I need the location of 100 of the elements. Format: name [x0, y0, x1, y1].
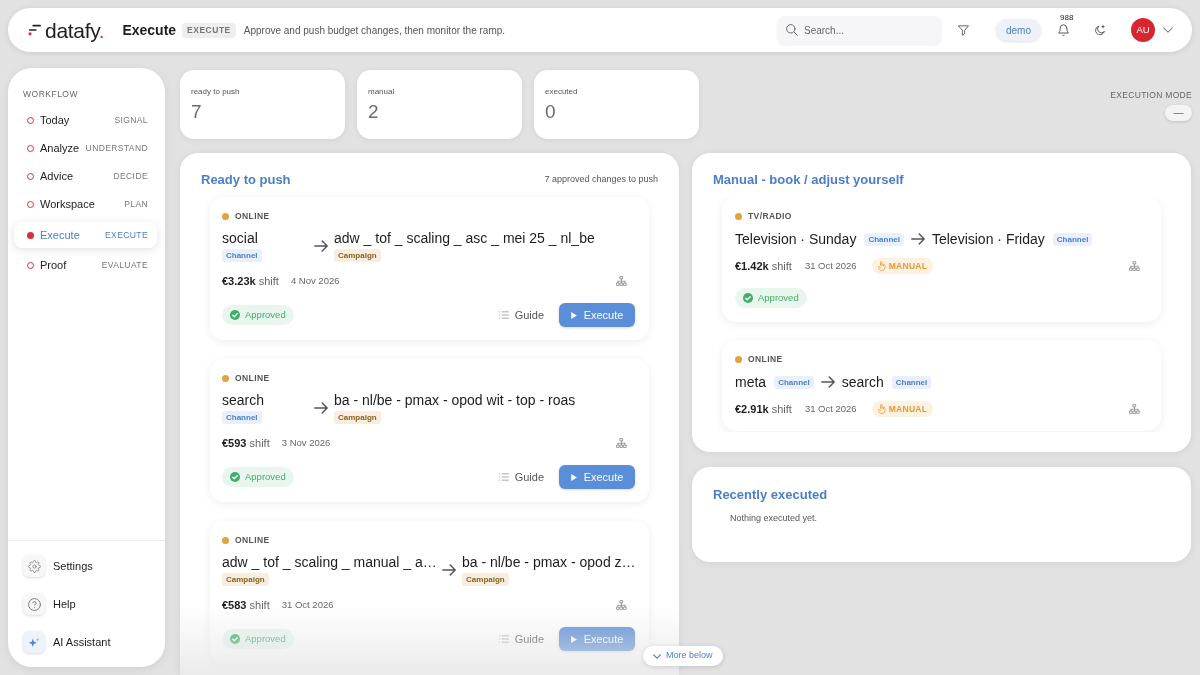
date-label: 31 Oct 2026: [281, 597, 334, 612]
entity-type-label: Channel: [891, 375, 932, 389]
endpoint-name: Television · Sunday: [735, 230, 857, 248]
section-title: Manual - book / adjust yourself: [713, 172, 905, 188]
page-title: Execute: [122, 20, 177, 40]
arrow-right-icon: [442, 564, 457, 576]
hand-icon: [877, 404, 886, 414]
play-icon: [570, 311, 577, 319]
stat-label: executed: [545, 87, 578, 97]
endpoint-name: meta: [735, 373, 767, 391]
endpoint-name: ba - nl/be - pmax - opod wit - top - roas: [334, 392, 576, 409]
help-icon: [23, 593, 45, 615]
sidebar-item[interactable]: Workspace PLAN: [14, 190, 157, 218]
section-title: Ready to push: [201, 171, 291, 190]
stat-label: ready to push: [191, 87, 240, 97]
guide-button[interactable]: Guide: [498, 303, 544, 327]
arrow-right-icon: [314, 402, 328, 414]
sidebar-item[interactable]: Proof EVALUATE: [14, 251, 157, 279]
shift-amount: €1.42k shift: [735, 258, 792, 274]
endpoint-name: social: [222, 230, 258, 247]
logo-text: datafy.: [45, 19, 105, 41]
filter-icon[interactable]: [958, 24, 969, 36]
approval-status: Approved: [758, 290, 799, 305]
category-label: ONLINE: [235, 533, 270, 547]
chevron-down-icon: [653, 653, 661, 659]
sidebar-item[interactable]: Today SIGNAL: [14, 106, 157, 134]
play-icon: [570, 635, 577, 643]
section-title: Recently executed: [713, 487, 829, 503]
sidebar-item[interactable]: Advice DECIDE: [14, 162, 157, 190]
arrow-right-icon: [314, 240, 328, 252]
date-label: 4 Nov 2026: [290, 273, 340, 288]
sidebar-item[interactable]: Execute EXECUTE: [14, 222, 157, 248]
list-icon: [498, 473, 509, 481]
guide-button[interactable]: Guide: [498, 465, 544, 489]
endpoint-name: adw _ tof _ scaling _ asc _ mei 25 _ nl_be: [334, 230, 595, 247]
org-chart-icon[interactable]: [1129, 261, 1140, 271]
moon-icon[interactable]: [1094, 24, 1106, 36]
entity-type-label: Channel: [222, 411, 262, 424]
endpoint-name: ba - nl/be - pmax - opod z…: [462, 554, 636, 571]
settings-icon: [23, 555, 45, 577]
entity-type-label: Channel: [1052, 232, 1093, 246]
logo-icon: [28, 24, 41, 36]
stat-label: manual: [368, 87, 395, 97]
endpoint-name: search: [841, 373, 884, 391]
list-icon: [498, 635, 509, 643]
arrow-right-icon: [910, 233, 925, 245]
mode-label: EXECUTION MODE: [1110, 90, 1192, 100]
shift-amount: €583 shift: [222, 597, 270, 613]
entity-type-label: Campaign: [222, 573, 269, 586]
assistant-button[interactable]: AI Assistant: [23, 631, 150, 653]
check-circle-icon: [230, 472, 240, 482]
sparkle-icon: [23, 631, 45, 653]
shift-amount: €3.23k shift: [222, 273, 279, 289]
page-description: Approve and push budget changes, then monitor the ramp.: [243, 23, 506, 38]
org-chart-icon[interactable]: [616, 600, 627, 610]
hand-icon: [877, 261, 886, 271]
category-label: ONLINE: [748, 352, 783, 366]
notification-count: 988: [1060, 13, 1074, 22]
endpoint-name: Television · Friday: [931, 230, 1045, 248]
stat-value: 2: [368, 101, 379, 123]
check-circle-icon: [743, 293, 753, 303]
check-circle-icon: [230, 310, 240, 320]
section-label: WORKFLOW: [22, 89, 79, 100]
entity-type-label: Channel: [774, 375, 814, 389]
entity-type-label: Campaign: [334, 411, 381, 424]
workspace-button[interactable]: demo: [996, 19, 1041, 41]
help-button[interactable]: Help: [23, 593, 150, 615]
approval-status: Approved: [245, 631, 286, 646]
more-below-button[interactable]: More below: [643, 646, 723, 666]
sidebar-item[interactable]: Analyze UNDERSTAND: [14, 134, 157, 162]
endpoint-name: adw _ tof _ scaling _ manual _ a…: [222, 554, 437, 571]
user-avatar[interactable]: AU: [1131, 18, 1155, 42]
mode-selector[interactable]: —: [1165, 105, 1192, 121]
list-icon: [498, 311, 509, 319]
entity-type-label: Campaign: [462, 573, 509, 586]
category-label: ONLINE: [235, 371, 270, 385]
org-chart-icon[interactable]: [1129, 404, 1140, 414]
date-label: 3 Nov 2026: [281, 435, 331, 450]
stat-value: 7: [191, 101, 202, 123]
category-label: TV/RADIO: [748, 209, 792, 223]
section-summary: 7 approved changes to push: [544, 173, 658, 187]
stage-label: EXECUTE: [182, 22, 236, 38]
org-chart-icon[interactable]: [616, 276, 627, 286]
shift-amount: €2.91k shift: [735, 401, 792, 417]
search-icon: [786, 24, 798, 36]
settings-button[interactable]: Settings: [23, 555, 150, 577]
entity-type-label: Campaign: [334, 249, 381, 262]
date-label: 31 Oct 2026: [804, 258, 857, 273]
arrow-right-icon: [820, 376, 835, 388]
empty-message: Nothing executed yet.: [729, 512, 819, 524]
entity-type-label: Channel: [222, 249, 262, 262]
search-field[interactable]: Search...: [778, 16, 941, 44]
check-circle-icon: [230, 634, 240, 644]
bell-icon[interactable]: [1058, 24, 1069, 36]
category-label: ONLINE: [235, 209, 270, 223]
approval-status: Approved: [245, 469, 286, 484]
chevron-down-icon[interactable]: [1163, 27, 1173, 33]
shift-amount: €593 shift: [222, 435, 270, 451]
entity-type-label: Channel: [864, 232, 904, 246]
org-chart-icon[interactable]: [616, 438, 627, 448]
